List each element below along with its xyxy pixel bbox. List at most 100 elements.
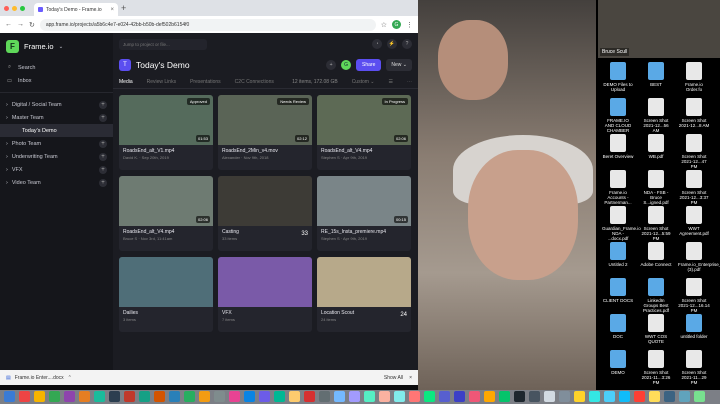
app-icon[interactable] (379, 391, 390, 402)
sidebar-item-underwriting-team[interactable]: › Underwriting Team + (0, 150, 113, 163)
more-icon[interactable]: ⋯ (407, 79, 412, 85)
asset-card[interactable]: Needs Review 02:12 RoadsEnd_2Min_v4.mov Ale… (218, 95, 312, 170)
desktop-file[interactable]: Untitled 2 (602, 242, 634, 267)
app-icon[interactable] (694, 391, 705, 402)
app-icon[interactable] (499, 391, 510, 402)
app-icon[interactable] (574, 391, 585, 402)
desktop-file[interactable]: Screen Shot 2021-12...8 AM (678, 98, 710, 128)
desktop-file[interactable]: Frame.io Accounts - Partnerman... (602, 170, 634, 205)
app-icon[interactable] (664, 391, 675, 402)
sidebar-inbox[interactable]: ▭ Inbox (0, 74, 113, 87)
browser-tab[interactable]: Today's Demo - Frame.io × (34, 3, 118, 16)
close-icon[interactable]: × (409, 375, 412, 381)
app-icon[interactable] (349, 391, 360, 402)
app-icon[interactable] (409, 391, 420, 402)
app-icon[interactable] (49, 391, 60, 402)
sidebar-item-video-team[interactable]: › Video Team + (0, 176, 113, 189)
sort-dropdown[interactable]: Custom ⌄ (352, 79, 375, 85)
asset-card[interactable]: VFX 7 items (218, 257, 312, 332)
app-icon[interactable] (199, 391, 210, 402)
asset-card[interactable]: Dailies 3 items (119, 257, 213, 332)
app-icon[interactable] (139, 391, 150, 402)
desktop-file[interactable]: DOC (602, 314, 634, 339)
profile-avatar[interactable]: G (392, 20, 401, 29)
app-icon[interactable] (154, 391, 165, 402)
status-badge[interactable]: Needs Review (277, 98, 309, 105)
desktop-file[interactable]: Guardian_Frame.io NDA - ...docx.pdf (602, 206, 641, 241)
app-icon[interactable] (334, 391, 345, 402)
app-icon[interactable] (454, 391, 465, 402)
app-icon[interactable] (544, 391, 555, 402)
desktop-file[interactable]: CLIENT DOCS (602, 278, 634, 303)
app-icon[interactable] (229, 391, 240, 402)
tab-c2c[interactable]: C2C Connections (235, 79, 274, 85)
app-icon[interactable] (424, 391, 435, 402)
app-icon[interactable] (274, 391, 285, 402)
app-icon[interactable] (529, 391, 540, 402)
download-item[interactable]: ▤ Frame.io Enter....docx ⌃ (6, 375, 72, 381)
desktop-file[interactable]: untitled folder (678, 314, 710, 339)
tab-review-links[interactable]: Review Links (147, 79, 176, 85)
app-icon[interactable] (304, 391, 315, 402)
app-icon[interactable] (34, 391, 45, 402)
app-icon[interactable] (514, 391, 525, 402)
desktop-file[interactable]: Frame.io Order.fo (678, 62, 710, 92)
add-icon[interactable]: + (99, 165, 107, 174)
brand[interactable]: F Frame.io ⌄ (0, 40, 113, 61)
app-icon[interactable] (184, 391, 195, 402)
tab-presentations[interactable]: Presentations (190, 79, 221, 85)
app-icon[interactable] (439, 391, 450, 402)
app-icon[interactable] (289, 391, 300, 402)
add-icon[interactable]: + (99, 100, 107, 109)
forward-icon[interactable]: → (17, 21, 24, 28)
app-icon[interactable] (634, 391, 645, 402)
desktop-file[interactable]: Screen Shot 2021-12...5:59 PM (640, 206, 672, 241)
app-icon[interactable] (469, 391, 480, 402)
asset-card[interactable]: 00:15 RE_15s_Insta_premiere.mp4 Stephen S … (317, 176, 411, 251)
asset-card[interactable]: In Progress 02:06 RoadsEnd_alt_V4.mp4 Steph… (317, 95, 411, 170)
desktop-file[interactable]: WWT Agreement.pdf (678, 206, 710, 236)
add-icon[interactable]: + (99, 178, 107, 187)
app-icon[interactable] (19, 391, 30, 402)
desktop-file[interactable]: FRAME.IO AND CLOUD CHAMBER (602, 98, 634, 133)
app-icon[interactable] (259, 391, 270, 402)
window-controls[interactable] (4, 5, 25, 11)
app-icon[interactable] (394, 391, 405, 402)
app-icon[interactable] (679, 391, 690, 402)
asset-card[interactable]: Location Scout 24 items 24 (317, 257, 411, 332)
desktop-file[interactable]: BEST (640, 62, 672, 87)
desktop-file[interactable]: Adobe Connect (640, 242, 672, 267)
app-icon[interactable] (244, 391, 255, 402)
desktop-file[interactable]: DEMO (602, 350, 634, 375)
close-tab-icon[interactable]: × (110, 7, 114, 13)
user-avatar[interactable]: G (341, 60, 352, 70)
app-icon[interactable] (319, 391, 330, 402)
asset-card[interactable]: Casting 33 items 33 (218, 176, 312, 251)
desktop-file[interactable]: Screen Shot 2021-12...47 PM (678, 134, 710, 169)
desktop-file[interactable]: Beret Overview (602, 134, 634, 159)
desktop-file[interactable]: LinkedIn Groups Best Practices.pdf (640, 278, 672, 313)
menu-icon[interactable]: ⋮ (406, 21, 413, 29)
desktop-file[interactable]: NDA - FSB - Bruce S...igned.pdf (640, 170, 672, 205)
status-badge[interactable]: In Progress (381, 98, 408, 105)
app-icon[interactable] (364, 391, 375, 402)
app-icon[interactable] (619, 391, 630, 402)
add-icon[interactable]: + (99, 113, 107, 122)
desktop-file[interactable]: Frame.io_Enterprise_Agree...(3).pdf (678, 242, 720, 272)
sidebar-item-photo-team[interactable]: › Photo Team + (0, 137, 113, 150)
back-icon[interactable]: ← (5, 21, 12, 28)
app-icon[interactable] (559, 391, 570, 402)
share-button[interactable]: Share (356, 59, 382, 71)
jump-input[interactable]: Jump to project or file... (119, 38, 207, 50)
star-icon[interactable]: ☆ (381, 21, 387, 29)
notifications-icon[interactable]: ◔ (372, 39, 382, 49)
tab-media[interactable]: Media (119, 79, 133, 85)
app-icon[interactable] (169, 391, 180, 402)
add-user-icon[interactable]: + (326, 60, 337, 70)
desktop-file[interactable]: Screen Shot 2021-12...56 AM (640, 98, 672, 133)
asset-card[interactable]: Approved 01:53 RoadsEnd_alt_V1.mp4 David K.… (119, 95, 213, 170)
desktop-file[interactable]: Screen Shot 2021-11...29 PM (678, 350, 710, 385)
app-icon[interactable] (124, 391, 135, 402)
sidebar-item-vfx[interactable]: › VFX + (0, 163, 113, 176)
desktop-file[interactable]: Screen Shot 2021-12...3:37 PM (678, 170, 710, 205)
